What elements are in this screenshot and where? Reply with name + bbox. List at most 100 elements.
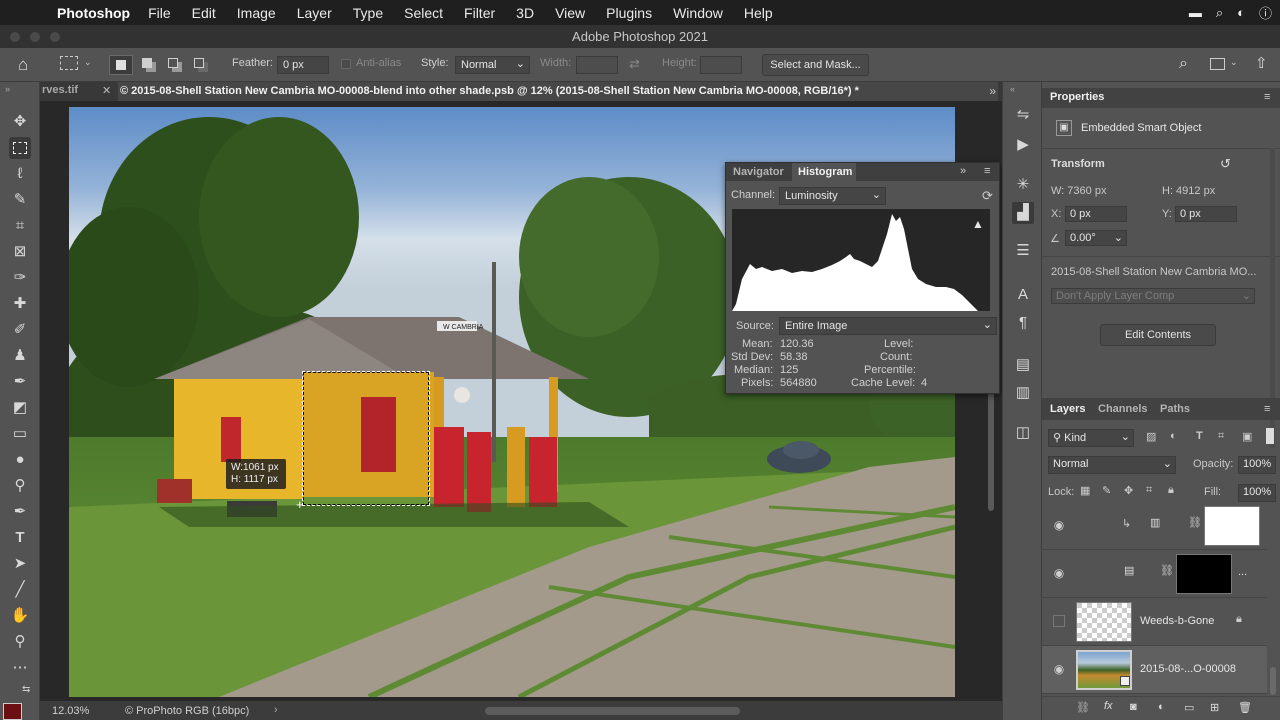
filter-kind-select[interactable]: ⚲ Kind ⌄ (1048, 429, 1134, 447)
zoom-window-button[interactable] (50, 32, 60, 42)
histogram-panel-icon[interactable]: ▟ (1012, 202, 1034, 224)
adjustments-panel-icon[interactable]: ✳ (1012, 174, 1034, 196)
tab-channels[interactable]: Channels (1098, 403, 1148, 415)
add-mask-icon[interactable]: ◙ (1130, 701, 1137, 713)
new-adjustment-icon[interactable]: ◐ (1158, 701, 1165, 713)
add-to-selection-icon[interactable] (142, 58, 152, 68)
intersect-selection-icon[interactable] (194, 58, 204, 68)
control-center-icon[interactable]: ▬ (1189, 5, 1202, 20)
subtract-from-selection-icon[interactable] (168, 58, 178, 68)
collapse-icon[interactable]: » (5, 84, 10, 94)
menu-layer[interactable]: Layer (297, 5, 332, 21)
quick-selection-tool-icon[interactable]: ✎ (9, 189, 31, 211)
pen-tool-icon[interactable]: ✒ (9, 501, 31, 523)
toggle-icon[interactable]: ◐ (1237, 5, 1245, 20)
libraries-panel-icon[interactable]: ▤ (1012, 354, 1034, 376)
filter-shape-icon[interactable]: ⌗ (1218, 430, 1224, 443)
close-tab-icon[interactable]: ✕ (102, 84, 111, 97)
search-icon[interactable]: ⌕ (1179, 55, 1188, 73)
app-menu[interactable]: Photoshop (57, 5, 130, 21)
menu-plugins[interactable]: Plugins (606, 5, 652, 21)
new-selection-button[interactable] (109, 55, 133, 75)
lock-transparent-icon[interactable]: ▦ (1080, 484, 1090, 497)
home-icon[interactable]: ⌂ (18, 55, 28, 75)
panel-menu-icon[interactable]: ≡ (1264, 403, 1270, 415)
style-select[interactable]: Normal ⌄ (455, 56, 530, 74)
menu-help[interactable]: Help (744, 5, 773, 21)
search-icon[interactable]: ⌕ (1216, 5, 1223, 21)
paragraph-panel-icon[interactable]: ¶ (1012, 312, 1034, 334)
layer-row-adjustment-2[interactable]: ◉ ▤ ⛓ ... (1042, 550, 1267, 598)
feather-input[interactable]: 0 px (277, 56, 329, 74)
collapse-icon[interactable]: « (1010, 84, 1015, 94)
layer-thumbnail[interactable] (1076, 602, 1132, 642)
character-panel-icon[interactable]: A (1012, 284, 1034, 306)
fill-input[interactable]: 100% (1238, 484, 1276, 502)
more-tabs-icon[interactable]: » (989, 84, 996, 98)
layer-mask-thumbnail[interactable] (1204, 506, 1260, 546)
healing-brush-tool-icon[interactable]: ✚ (9, 293, 31, 315)
filter-smart-object-icon[interactable]: ▣ (1242, 430, 1252, 443)
layer-mask-thumbnail[interactable] (1176, 554, 1232, 594)
menu-select[interactable]: Select (404, 5, 443, 21)
layer-row-adjustment-1[interactable]: ◉ ↳ ▥ ⛓ (1042, 502, 1267, 550)
chevron-right-icon[interactable]: › (274, 704, 278, 716)
lock-artboard-icon[interactable]: ⌗ (1146, 484, 1152, 497)
visibility-eye-icon[interactable]: ◉ (1052, 518, 1066, 532)
filter-pixel-icon[interactable]: ▨ (1146, 430, 1156, 443)
marquee-selection[interactable] (302, 371, 430, 506)
select-and-mask-button[interactable]: Select and Mask... (762, 54, 869, 76)
visibility-eye-icon[interactable]: ◉ (1052, 566, 1066, 580)
lock-all-icon[interactable]: 🔒︎ (1168, 484, 1174, 497)
y-input[interactable]: 0 px (1175, 206, 1237, 222)
menu-view[interactable]: View (555, 5, 585, 21)
zoom-level[interactable]: 12.03% (52, 705, 89, 717)
path-selection-tool-icon[interactable]: ➤ (9, 553, 31, 575)
collapse-icon[interactable]: » (960, 165, 966, 177)
link-layers-icon[interactable]: ⛓ (1076, 701, 1090, 714)
filter-adjustment-icon[interactable]: ◐ (1170, 430, 1177, 442)
layer-row-weeds-b-gone[interactable]: Weeds-b-Gone 🔒︎ (1042, 598, 1267, 646)
crop-tool-icon[interactable]: ⌗ (9, 215, 31, 237)
clone-stamp-tool-icon[interactable]: ♟ (9, 345, 31, 367)
foreground-color-swatch[interactable] (3, 703, 22, 720)
horizontal-scrollbar[interactable] (485, 707, 740, 715)
tab-histogram[interactable]: Histogram (792, 163, 856, 181)
x-input[interactable]: 0 px (1065, 206, 1127, 222)
chevron-down-icon[interactable]: ⌄ (1230, 57, 1238, 68)
share-icon[interactable]: ⇧ (1255, 54, 1268, 72)
swap-colors-icon[interactable]: ⇆ (22, 684, 30, 695)
marquee-tool-preset-icon[interactable] (60, 56, 78, 70)
new-group-icon[interactable]: ▭ (1184, 701, 1194, 714)
blur-tool-icon[interactable]: ● (9, 449, 31, 471)
history-brush-tool-icon[interactable]: ✒ (9, 371, 31, 393)
vertical-scrollbar[interactable] (988, 391, 994, 511)
width-input[interactable] (576, 56, 618, 74)
delete-layer-icon[interactable]: 🗑︎ (1238, 701, 1252, 714)
tab-navigator[interactable]: Navigator (733, 166, 784, 178)
brush-tool-icon[interactable]: ✐ (9, 319, 31, 341)
lock-position-icon[interactable]: ✥ (1124, 484, 1133, 497)
properties-title[interactable]: Properties (1050, 91, 1104, 103)
paths-panel-icon[interactable]: ◫ (1012, 422, 1034, 444)
notes-panel-icon[interactable]: ▥ (1012, 382, 1034, 404)
warning-icon[interactable]: ▲ (972, 217, 984, 231)
actions-panel-icon[interactable]: ▶ (1012, 134, 1034, 156)
fx-icon[interactable]: fx (1104, 700, 1113, 712)
refresh-icon[interactable]: ⟳ (982, 188, 993, 204)
channel-select[interactable]: Luminosity ⌄ (779, 187, 886, 205)
eyedropper-tool-icon[interactable]: ✑ (9, 267, 31, 289)
panel-menu-icon[interactable]: ≡ (1264, 91, 1270, 103)
antialias-checkbox[interactable] (341, 59, 351, 69)
rectangular-marquee-tool-icon[interactable] (9, 137, 31, 159)
info-icon[interactable]: ⓘ (1259, 3, 1272, 22)
workspace-icon[interactable] (1210, 58, 1225, 70)
history-panel-icon[interactable]: ⇋ (1012, 104, 1034, 126)
document-tab-active[interactable]: © 2015-08-Shell Station New Cambria MO-0… (118, 82, 998, 101)
edit-contents-button[interactable]: Edit Contents (1100, 324, 1216, 346)
gradient-tool-icon[interactable]: ▭ (9, 423, 31, 445)
tab-paths[interactable]: Paths (1160, 403, 1190, 415)
menu-type[interactable]: Type (353, 5, 383, 21)
tab-layers[interactable]: Layers (1050, 403, 1085, 415)
layer-row-smart-object[interactable]: ◉ 2015-08-...O-00008 (1042, 646, 1267, 694)
